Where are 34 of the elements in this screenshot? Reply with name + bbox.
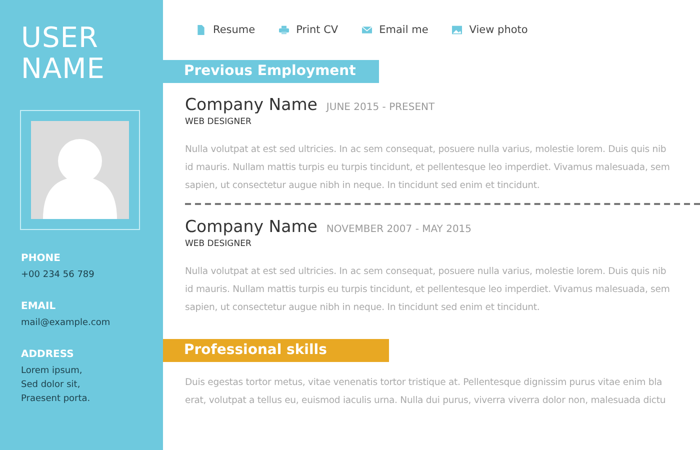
job-role: WEB DESIGNER <box>185 117 252 127</box>
nav-link[interactable]: Resume <box>196 22 256 38</box>
user-name: USER <box>21 22 98 53</box>
description-text: Nulla volutpat at est sed ultricies. In ac sem consequat, posuere nulla varius, molestie lorem. Duis quis nib <box>185 265 666 279</box>
description-text: id mauris. Nullam mattis turpis eu turpis tincidunt, et pellentesque leo imperdiet. Vivamus malesuada, sem <box>185 283 670 297</box>
description-text: Nulla volutpat at est sed ultricies. In ac sem consequat, posuere nulla varius, molestie lorem. Duis quis nib <box>185 143 666 157</box>
printer-icon <box>279 25 290 35</box>
contact-label: PHONE <box>21 253 60 264</box>
job-role: WEB DESIGNER <box>185 239 252 249</box>
contact-label: EMAIL <box>21 301 56 312</box>
company-name: Company Name <box>185 217 318 236</box>
contact-value: mail@example.com <box>21 317 110 330</box>
image-icon <box>452 25 462 35</box>
user-name: NAME <box>21 53 105 84</box>
company-name: Company Name <box>185 95 318 114</box>
description-text: id mauris. Nullam mattis turpis eu turpis tincidunt, et pellentesque leo imperdiet. Vivamus malesuada, sem <box>185 161 670 175</box>
contact-value: +00 234 56 789 <box>21 269 94 282</box>
description-text: erat, volutpat a tellus eu, euismod iaculis urna. Nulla dui purus, viverra viverra dolor non, malesuada dictu <box>185 394 666 408</box>
job-period: JUNE 2015 - PRESENT <box>326 102 435 113</box>
section-heading: Professional skills <box>163 339 389 362</box>
nav-link[interactable]: Email me <box>362 22 428 38</box>
document-icon <box>196 25 206 35</box>
contact-value: Sed dolor sit, <box>21 379 80 392</box>
envelope-icon <box>362 25 372 35</box>
contact-label: ADDRESS <box>21 349 74 360</box>
contact-value: Praesent porta. <box>21 393 90 406</box>
nav-link[interactable]: Print CV <box>279 22 338 38</box>
section-heading: Previous Employment <box>163 60 379 83</box>
description-text: sapien, ut consectetur augue nibh in neque. In tincidunt sed enim et tincidunt. <box>185 301 540 315</box>
description-text: Duis egestas tortor metus, vitae venenatis tortor tristique at. Pellentesque dignissim purus vitae enim bla <box>185 376 662 390</box>
contact-value: Lorem ipsum, <box>21 365 82 378</box>
description-text: sapien, ut consectetur augue nibh in neque. In tincidunt sed enim et tincidunt. <box>185 179 540 193</box>
job-period: NOVEMBER 2007 - MAY 2015 <box>326 224 472 235</box>
nav-link[interactable]: View photo <box>452 22 528 38</box>
